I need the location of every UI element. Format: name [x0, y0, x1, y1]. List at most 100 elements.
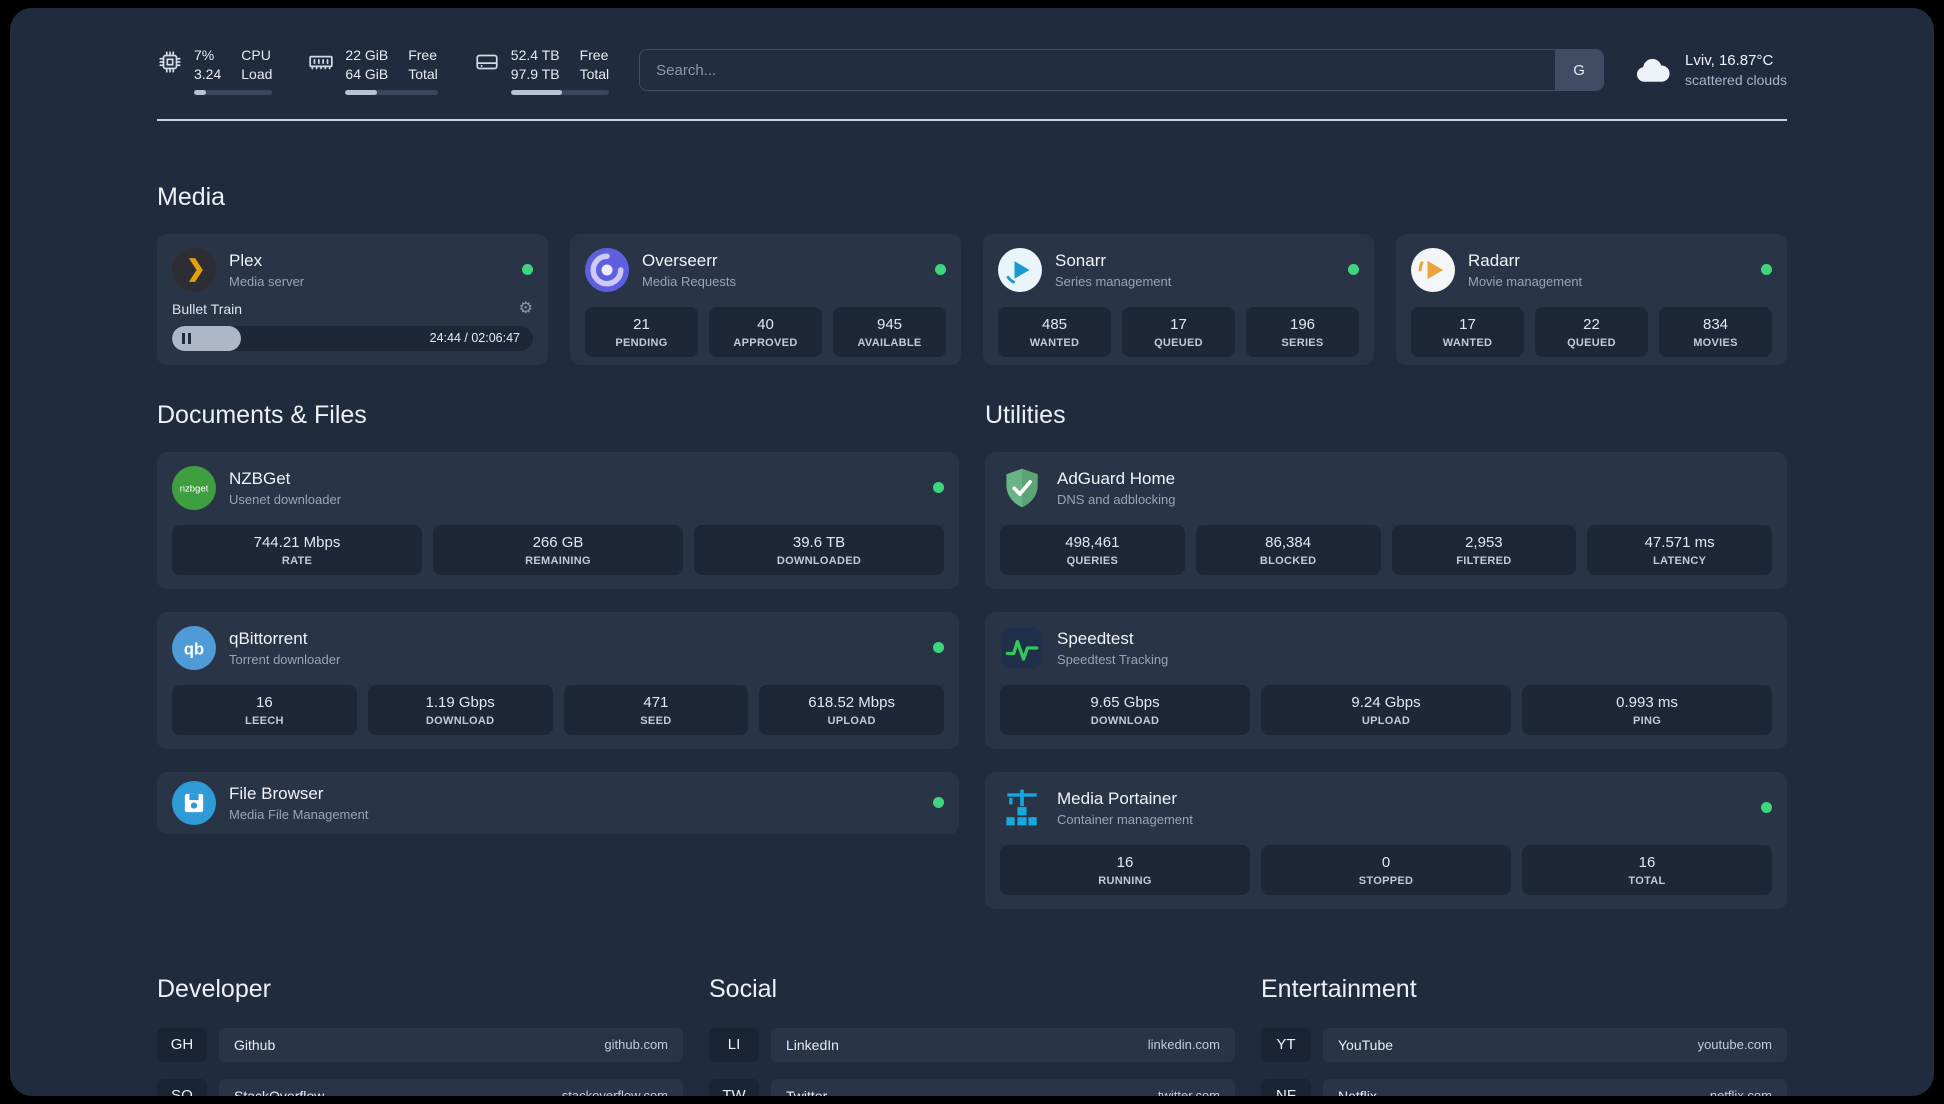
- memory-free: 22 GiB: [345, 47, 389, 63]
- svg-text:qb: qb: [184, 640, 204, 658]
- stat-upload: 9.24 Gbps UPLOAD: [1261, 684, 1511, 735]
- memory-values: 22 GiB 64 GiB: [345, 46, 388, 84]
- stat-latency: 47.571 ms LATENCY: [1587, 524, 1772, 575]
- service-card-nzbget: nzbget NZBGet Usenet downloader 744.21 M…: [157, 451, 959, 589]
- service-name[interactable]: File Browser: [229, 784, 368, 804]
- pause-button[interactable]: [182, 332, 191, 344]
- memory-progress-bar: [345, 89, 438, 95]
- stat-stopped: 0 STOPPED: [1261, 844, 1511, 895]
- bookmark-name: LinkedIn: [786, 1036, 839, 1053]
- service-name[interactable]: AdGuard Home: [1057, 469, 1176, 489]
- stat-total: 16 TOTAL: [1522, 844, 1772, 895]
- stat-remaining: 266 GB REMAINING: [433, 524, 683, 575]
- cpu-readout: 7% 3.24 CPU Load: [194, 46, 273, 95]
- now-playing-widget: Bullet Train ⚙ 24:44 / 02:06:47: [172, 300, 533, 351]
- search-provider-button[interactable]: G: [1555, 50, 1604, 91]
- service-subtitle: Media server: [229, 273, 305, 289]
- nzbget-icon[interactable]: nzbget: [172, 465, 216, 510]
- bookmark-github[interactable]: GH Github github.com: [157, 1027, 683, 1062]
- bookmark-stackoverflow[interactable]: SO StackOverflow stackoverflow.com: [157, 1078, 683, 1096]
- service-subtitle: Movie management: [1468, 273, 1583, 289]
- stat-download: 1.19 Gbps DOWNLOAD: [367, 684, 553, 735]
- service-subtitle: Media File Management: [229, 806, 369, 822]
- status-dot: [933, 642, 944, 654]
- svg-text:nzbget: nzbget: [180, 483, 209, 494]
- sonarr-icon[interactable]: [998, 247, 1042, 292]
- service-card-sonarr: Sonarr Series management 485 WANTED 17 Q…: [983, 233, 1374, 365]
- service-card-radarr: Radarr Movie management 17 WANTED 22 QUE…: [1396, 233, 1787, 365]
- bookmark-group-social: Social LI LinkedIn linkedin.com TW Twitt…: [709, 975, 1235, 1096]
- service-name[interactable]: Overseerr: [642, 251, 736, 271]
- gear-icon[interactable]: ⚙: [519, 300, 533, 317]
- service-name[interactable]: Plex: [229, 251, 304, 271]
- stat-blocked: 86,384 BLOCKED: [1195, 524, 1381, 575]
- search-bar: G: [639, 49, 1605, 92]
- service-name[interactable]: qBittorrent: [229, 629, 340, 649]
- bookmark-abbr: LI: [709, 1027, 759, 1062]
- service-subtitle: Container management: [1057, 811, 1193, 827]
- service-card-adguard: AdGuard Home DNS and adblocking 498,461 …: [985, 451, 1787, 589]
- section-media: Media Plex Media server Bullet Train ⚙ 2…: [157, 183, 1787, 365]
- service-card-portainer: Media Portainer Container management 16 …: [985, 771, 1787, 909]
- disk-free: 52.4 TB: [510, 47, 560, 63]
- service-name[interactable]: Sonarr: [1055, 251, 1171, 271]
- plex-icon[interactable]: [172, 247, 216, 292]
- disk-total: 97.9 TB: [510, 65, 560, 82]
- speedtest-icon[interactable]: [1000, 626, 1044, 670]
- cpu-load-avg: 3.24: [194, 65, 222, 82]
- memory-icon: [308, 49, 334, 75]
- adguard-icon[interactable]: [1000, 466, 1044, 510]
- bookmark-name: Twitter: [786, 1087, 828, 1096]
- service-name[interactable]: Speedtest: [1057, 629, 1168, 649]
- disk-values: 52.4 TB 97.9 TB: [511, 46, 560, 84]
- playback-time: 24:44 / 02:06:47: [429, 331, 520, 346]
- bookmark-abbr: TW: [709, 1078, 759, 1096]
- cpu-labels: CPU Load: [241, 47, 273, 82]
- service-name[interactable]: NZBGet: [229, 469, 341, 489]
- bookmark-domain: github.com: [604, 1037, 668, 1053]
- playback-progress-bar[interactable]: 24:44 / 02:06:47: [172, 325, 533, 351]
- memory-labels: Free Total: [408, 47, 438, 82]
- memory-widget: 22 GiB 64 GiB Free Total: [308, 46, 438, 95]
- service-name[interactable]: Media Portainer: [1057, 789, 1193, 809]
- stat-ping: 0.993 ms PING: [1522, 684, 1772, 735]
- bookmark-domain: netflix.com: [1709, 1088, 1772, 1096]
- weather-condition: scattered clouds: [1685, 72, 1787, 89]
- stat-approved: 40 APPROVED: [709, 306, 822, 357]
- cpu-percent: 7%: [194, 47, 215, 63]
- bookmark-name: Github: [234, 1036, 276, 1053]
- service-name[interactable]: Radarr: [1468, 251, 1582, 271]
- memory-total: 64 GiB: [345, 65, 389, 82]
- service-subtitle: Media Requests: [642, 273, 736, 289]
- bookmark-name: StackOverflow: [234, 1087, 325, 1096]
- stat-wanted: 485 WANTED: [998, 306, 1111, 357]
- service-card-overseerr: Overseerr Media Requests 21 PENDING 40 A…: [570, 233, 961, 365]
- status-dot: [1348, 264, 1359, 276]
- radarr-icon[interactable]: [1411, 247, 1455, 292]
- service-subtitle: Usenet downloader: [229, 491, 342, 507]
- bookmark-youtube[interactable]: YT YouTube youtube.com: [1261, 1027, 1787, 1062]
- bookmark-netflix[interactable]: NF Netflix netflix.com: [1261, 1078, 1787, 1096]
- portainer-icon[interactable]: [1000, 786, 1044, 830]
- status-dot: [933, 482, 944, 494]
- filebrowser-icon[interactable]: [172, 780, 216, 825]
- bookmark-linkedin[interactable]: LI LinkedIn linkedin.com: [709, 1027, 1235, 1062]
- disk-labels: Free Total: [579, 47, 610, 82]
- section-title-social: Social: [709, 974, 778, 1003]
- stat-pending: 21 PENDING: [585, 306, 698, 357]
- weather-widget: Lviv, 16.87°C scattered clouds: [1634, 51, 1787, 90]
- bookmarks-area: Developer GH Github github.com SO StackO…: [157, 975, 1787, 1096]
- status-dot: [1761, 264, 1772, 276]
- bookmark-domain: linkedin.com: [1147, 1037, 1220, 1053]
- bookmark-twitter[interactable]: TW Twitter twitter.com: [709, 1078, 1235, 1096]
- service-card-filebrowser: File Browser Media File Management: [157, 771, 959, 834]
- track-title: Bullet Train: [172, 300, 243, 317]
- qbittorrent-icon[interactable]: qb: [172, 625, 216, 670]
- cpu-progress-bar: [194, 89, 273, 95]
- stat-running: 16 RUNNING: [1000, 844, 1250, 895]
- search-input[interactable]: [640, 50, 1556, 91]
- stat-wanted: 17 WANTED: [1411, 306, 1524, 357]
- bookmark-abbr: SO: [157, 1078, 207, 1096]
- disk-readout: 52.4 TB 97.9 TB Free Total: [510, 46, 610, 95]
- overseerr-icon[interactable]: [585, 247, 629, 292]
